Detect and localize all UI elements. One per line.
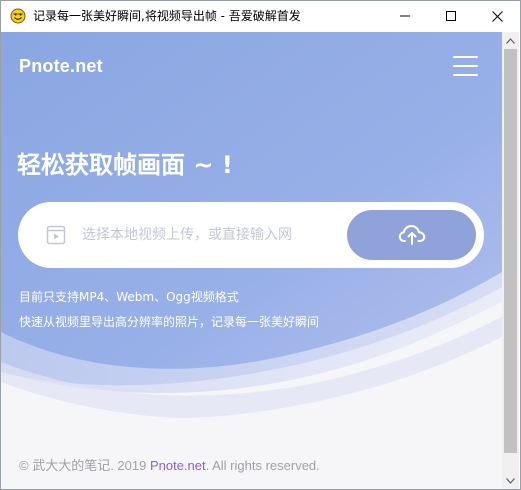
scroll-thumb[interactable] <box>504 49 517 453</box>
scroll-up-button[interactable] <box>502 32 519 49</box>
hero-title: 轻松获取帧画面 ~ ! <box>17 151 233 179</box>
upload-box <box>18 202 484 268</box>
close-button[interactable] <box>474 1 520 31</box>
maximize-button[interactable] <box>428 1 474 31</box>
brand-logo[interactable]: Pnote.net <box>19 56 103 77</box>
app-window: 记录每一张美好瞬间,将视频导出帧 - 吾爱破解首发 Pnote.net 轻松获取… <box>0 0 521 490</box>
vertical-scrollbar[interactable] <box>502 32 519 489</box>
footer-link[interactable]: Pnote.net <box>150 458 206 473</box>
scroll-down-icon <box>506 477 515 484</box>
hamburger-menu-line <box>453 65 478 67</box>
page-content: Pnote.net 轻松获取帧画面 ~ ! 目前只支持MP4、Web <box>1 32 502 489</box>
title-bar: 记录每一张美好瞬间,将视频导出帧 - 吾爱破解首发 <box>1 1 520 31</box>
window-title: 记录每一张美好瞬间,将视频导出帧 - 吾爱破解首发 <box>33 9 301 23</box>
cloud-upload-icon <box>398 225 425 245</box>
close-icon <box>491 10 503 22</box>
hamburger-menu-line <box>453 74 478 76</box>
video-file-icon[interactable] <box>46 225 66 245</box>
smiley-face-icon <box>10 8 26 24</box>
upload-button[interactable] <box>347 210 476 260</box>
footer-copyright: © 武大大的笔记. 2019 Pnote.net. All rights res… <box>19 455 320 474</box>
minimize-button[interactable] <box>382 1 428 31</box>
video-url-input[interactable] <box>82 221 318 249</box>
description-text: 快速从视频里导出高分辨率的照片，记录每一张美好瞬间 <box>19 315 320 329</box>
footer-prefix: © 武大大的笔记. 2019 <box>19 458 150 473</box>
hamburger-menu-button[interactable] <box>453 56 479 78</box>
scroll-up-icon <box>506 37 515 44</box>
footer-suffix: . All rights reserved. <box>205 458 320 473</box>
hamburger-menu-icon <box>453 56 478 58</box>
supported-formats-text: 目前只支持MP4、Webm、Ogg视频格式 <box>19 290 239 304</box>
scroll-down-button[interactable] <box>502 472 519 489</box>
minimize-icon <box>400 15 410 17</box>
maximize-icon <box>446 11 456 21</box>
